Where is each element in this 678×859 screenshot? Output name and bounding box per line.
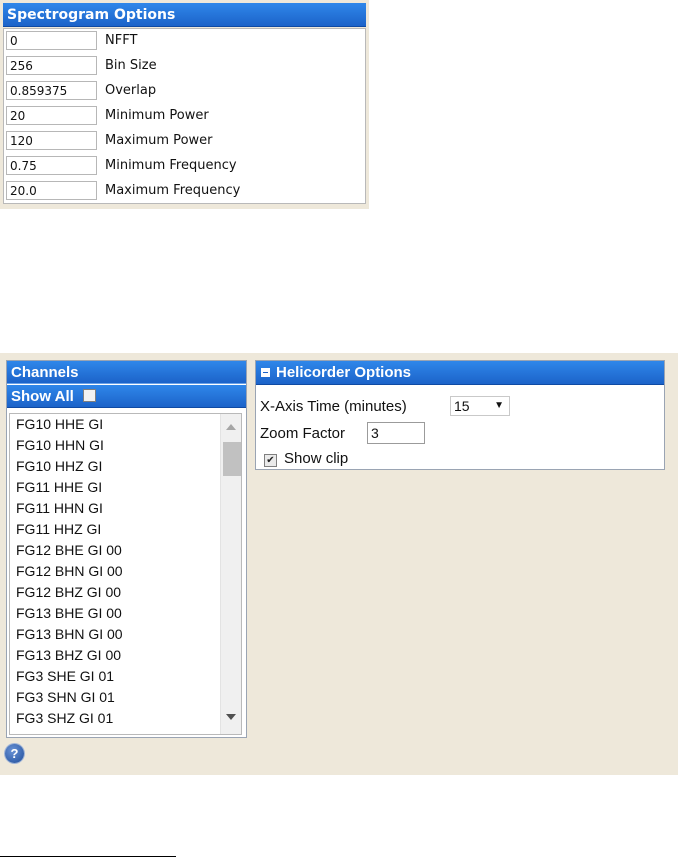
bin-size-input[interactable]	[6, 56, 97, 75]
show-all-label: Show All	[11, 388, 74, 405]
channels-panel: Channels Show All FG10 HHE GI FG10 HHN G…	[6, 360, 247, 738]
spectrogram-fields: NFFT Bin Size Overlap Minimum Power Maxi…	[3, 28, 366, 204]
list-item[interactable]: FG3 SHN GI 01	[16, 689, 115, 705]
list-item[interactable]: FG11 HHN GI	[16, 500, 103, 516]
list-item[interactable]: FG10 HHN GI	[16, 437, 104, 453]
maximum-frequency-row: Maximum Frequency	[5, 179, 360, 201]
options-area: Channels Show All FG10 HHE GI FG10 HHN G…	[0, 353, 678, 775]
scroll-down-arrow-icon[interactable]	[226, 714, 236, 720]
bin-size-label: Bin Size	[105, 58, 157, 73]
list-item[interactable]: FG11 HHZ GI	[16, 521, 101, 537]
spectrogram-options-title: Spectrogram Options	[3, 3, 366, 27]
helicorder-options-header[interactable]: Helicorder Options	[256, 361, 664, 385]
show-all-checkbox[interactable]	[82, 389, 96, 402]
list-item[interactable]: FG12 BHN GI 00	[16, 563, 123, 579]
nfft-label: NFFT	[105, 33, 138, 48]
maximum-frequency-label: Maximum Frequency	[105, 183, 241, 198]
list-item[interactable]: FG13 BHE GI 00	[16, 605, 122, 621]
zoom-factor-label: Zoom Factor	[260, 425, 346, 442]
maximum-frequency-input[interactable]	[6, 181, 97, 200]
list-item[interactable]: FG13 BHN GI 00	[16, 626, 123, 642]
overlap-row: Overlap	[5, 79, 360, 101]
overlap-input[interactable]	[6, 81, 97, 100]
helicorder-options-panel: Helicorder Options X-Axis Time (minutes)…	[255, 360, 665, 470]
footnote-divider	[0, 856, 176, 857]
list-item[interactable]: FG12 BHE GI 00	[16, 542, 122, 558]
list-item[interactable]: FG12 BHZ GI 00	[16, 584, 121, 600]
zoom-factor-input[interactable]	[367, 422, 425, 444]
list-item[interactable]: FG3 SHE GI 01	[16, 668, 114, 684]
helicorder-options-title: Helicorder Options	[276, 364, 412, 381]
show-all-row[interactable]: Show All	[7, 385, 246, 408]
minimum-frequency-row: Minimum Frequency	[5, 154, 360, 176]
dropdown-caret-icon: ▼	[494, 400, 504, 411]
list-item[interactable]: FG11 HHE GI	[16, 479, 102, 495]
minimum-frequency-input[interactable]	[6, 156, 97, 175]
channels-title-text: Channels	[11, 364, 79, 381]
xaxis-time-select[interactable]: 15 ▼	[450, 396, 510, 416]
help-icon[interactable]: ?	[5, 744, 24, 763]
nfft-input[interactable]	[6, 31, 97, 50]
maximum-power-row: Maximum Power	[5, 129, 360, 151]
maximum-power-label: Maximum Power	[105, 133, 213, 148]
xaxis-time-value: 15	[454, 398, 470, 414]
collapse-icon[interactable]	[261, 368, 270, 377]
nfft-row: NFFT	[5, 29, 360, 51]
list-item[interactable]: FG10 HHZ GI	[16, 458, 102, 474]
show-clip-checkbox[interactable]: ✔	[264, 454, 277, 467]
maximum-power-input[interactable]	[6, 131, 97, 150]
overlap-label: Overlap	[105, 83, 157, 98]
list-item[interactable]: FG10 HHE GI	[16, 416, 103, 432]
channels-title: Channels	[7, 361, 246, 384]
channel-listbox[interactable]: FG10 HHE GI FG10 HHN GI FG10 HHZ GI FG11…	[9, 413, 242, 735]
minimum-power-row: Minimum Power	[5, 104, 360, 126]
scroll-up-arrow-icon[interactable]	[226, 424, 236, 430]
minimum-power-label: Minimum Power	[105, 108, 209, 123]
list-item[interactable]: FG13 BHZ GI 00	[16, 647, 121, 663]
show-clip-label: Show clip	[284, 450, 349, 467]
scroll-thumb[interactable]	[223, 442, 241, 476]
list-item[interactable]: FG3 SHZ GI 01	[16, 710, 113, 726]
channel-scrollbar[interactable]	[220, 414, 241, 734]
minimum-power-input[interactable]	[6, 106, 97, 125]
spectrogram-options-panel: Spectrogram Options NFFT Bin Size Overla…	[0, 0, 369, 209]
xaxis-time-label: X-Axis Time (minutes)	[260, 398, 407, 415]
bin-size-row: Bin Size	[5, 54, 360, 76]
minimum-frequency-label: Minimum Frequency	[105, 158, 237, 173]
